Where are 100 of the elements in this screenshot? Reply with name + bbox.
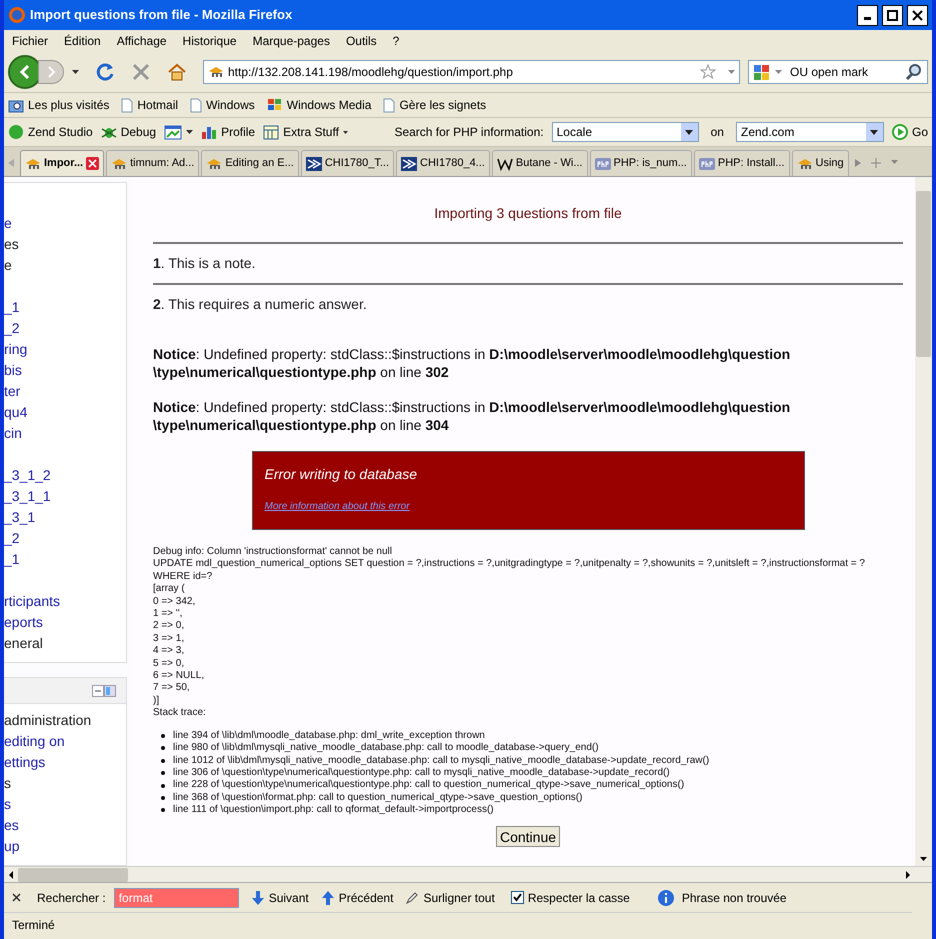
find-button[interactable]: Suivant: [250, 888, 309, 906]
minimize-button[interactable]: [857, 4, 878, 26]
sidebar-link[interactable]: editing on: [4, 731, 126, 752]
toolbar-button[interactable]: Debug: [120, 123, 156, 141]
menu-item[interactable]: ?: [392, 32, 400, 50]
info-icon: [658, 890, 674, 906]
sidebar-link[interactable]: e: [4, 213, 126, 234]
debug-line: )]: [153, 694, 160, 708]
menu-item[interactable]: Outils: [346, 32, 377, 50]
dropdown-arrow-icon: [775, 70, 782, 74]
stop-icon: [131, 62, 151, 82]
sidebar-link[interactable]: ter: [4, 381, 126, 402]
bullet-icon: [161, 734, 165, 738]
browser-tab[interactable]: CHI1780_4...: [396, 150, 490, 176]
find-button[interactable]: Précédent: [320, 888, 394, 906]
bookmark-link[interactable]: Gère les signets: [399, 96, 486, 114]
debug-line: UPDATE mdl_question_numerical_options SET question = ?,instructions = ?,unitgradingtype = ?,unitpenalty = ?,showunits = ?,unitsleft = ?,instructionsformat = ? WHERE id=?: [153, 558, 866, 584]
arrow-down-icon: [250, 890, 265, 906]
sidebar-link[interactable]: _3_1_2: [4, 465, 126, 486]
debug-line: 0 => 342,: [153, 596, 196, 608]
search-engine-icon: [753, 64, 771, 80]
maximize-button[interactable]: [882, 4, 903, 26]
sidebar-link[interactable]: _2: [4, 528, 126, 549]
find-message: Phrase non trouvée: [682, 890, 787, 906]
browser-tab[interactable]: Editing an E...: [201, 150, 299, 176]
sidebar-link[interactable]: ettings: [4, 752, 126, 773]
vertical-scrollbar[interactable]: [915, 177, 932, 866]
go-button[interactable]: Go: [912, 123, 928, 141]
browser-tab[interactable]: Impor...: [20, 150, 104, 176]
bookmark-link[interactable]: Windows Media: [286, 96, 372, 114]
maximize-icon: [886, 8, 899, 22]
check-icon: [512, 893, 522, 902]
close-icon: [12, 893, 21, 902]
sidebar-link[interactable]: _1: [4, 297, 126, 318]
sidebar-link[interactable]: rticipants: [4, 591, 126, 612]
menu-item[interactable]: Affichage: [116, 32, 167, 50]
sidebar-link[interactable]: up: [4, 836, 126, 857]
address-bar[interactable]: http://132.208.141.198/moodlehg/question/import.php: [203, 60, 740, 84]
toolbar-button[interactable]: Profile: [221, 123, 256, 141]
scrollbar-thumb[interactable]: [18, 868, 128, 882]
dropdown[interactable]: Locale: [552, 122, 699, 142]
bookmark-link[interactable]: Les plus visités: [28, 96, 110, 114]
status-message: Importing 3 questions from file: [433, 204, 623, 223]
dropdown-arrow-icon: [342, 130, 348, 134]
sidebar-link[interactable]: _3_1_1: [4, 486, 126, 507]
question-text: 1. This is a note.: [153, 254, 256, 273]
sidebar-link[interactable]: eports: [4, 612, 126, 633]
plus-icon: [870, 158, 881, 168]
page-icon: [121, 98, 134, 112]
close-icon: [86, 157, 100, 170]
toolbar-button[interactable]: Extra Stuff: [283, 123, 339, 141]
close-button[interactable]: [907, 4, 928, 26]
scroll-right-icon: [854, 159, 861, 167]
menu-item[interactable]: Édition: [64, 32, 101, 50]
scroll-left-icon: [8, 159, 14, 167]
sidebar-link[interactable]: _1: [4, 549, 126, 570]
folder-search-icon: [8, 98, 24, 112]
menu-item[interactable]: Historique: [182, 32, 237, 50]
browser-tab[interactable]: PHP: is_num...: [590, 150, 692, 176]
notice-message: Notice: Undefined property: stdClass::$instructions in D:\moodle\server\moodle\moodlehg\question \type\numerical\questiontype.php on line 302: [153, 345, 792, 381]
browser-tab[interactable]: timnum: Ad...: [106, 150, 200, 176]
status-text: Terminé: [12, 916, 55, 934]
sidebar-link[interactable]: _3_1: [4, 507, 126, 528]
dropdown[interactable]: Zend.com: [736, 122, 884, 142]
bookmark-link[interactable]: Hotmail: [137, 96, 178, 114]
toolbar-button[interactable]: Zend Studio: [28, 123, 93, 141]
menu-item[interactable]: Marque-pages: [252, 32, 330, 50]
sidebar-link[interactable]: qu4: [4, 402, 126, 423]
browser-tab[interactable]: Butane - Wi...: [492, 150, 588, 176]
sidebar-link[interactable]: s: [4, 794, 126, 815]
sidebar-link[interactable]: _2: [4, 318, 126, 339]
sidebar-link[interactable]: es: [4, 815, 126, 836]
sidebar-text: eneral: [4, 634, 44, 653]
bullet-icon: [161, 758, 165, 763]
dropdown-arrow-icon: [186, 130, 194, 134]
browser-tab[interactable]: CHI1780_T...: [300, 150, 394, 176]
scrollbar-thumb[interactable]: [916, 191, 931, 357]
window-title: Import questions from file - Mozilla Firefox: [30, 6, 294, 24]
browser-tab[interactable]: Using: [792, 150, 849, 176]
bullet-icon: [161, 808, 165, 812]
match-case-checkbox[interactable]: [510, 891, 524, 904]
on-label: on: [710, 124, 724, 141]
php-logo-icon: [698, 158, 715, 170]
search-text: OU open mark: [790, 64, 870, 81]
sidebar-link[interactable]: bis: [4, 360, 126, 381]
calendar-icon: [263, 124, 280, 140]
forward-button[interactable]: [38, 60, 64, 84]
search-field[interactable]: OU open mark: [748, 60, 928, 84]
menu-item[interactable]: Fichier: [12, 32, 48, 50]
stack-trace-line: line 111 of \question\import.php: call to qformat_default->importprocess(): [173, 804, 494, 817]
continue-button[interactable]: Continue: [496, 826, 560, 847]
horizontal-scrollbar[interactable]: [4, 866, 932, 882]
home-icon: [167, 62, 187, 82]
bookmark-link[interactable]: Windows: [206, 96, 255, 114]
debug-info: Debug info: Column 'instructionsformat' cannot be null: [153, 546, 393, 558]
sidebar-link[interactable]: cin: [4, 423, 126, 444]
sidebar-link[interactable]: ring: [4, 339, 126, 360]
browser-tab[interactable]: PHP: Install...: [694, 150, 790, 176]
find-button[interactable]: Surligner tout: [405, 888, 495, 906]
checkbox-label[interactable]: Respecter la casse: [528, 888, 630, 906]
